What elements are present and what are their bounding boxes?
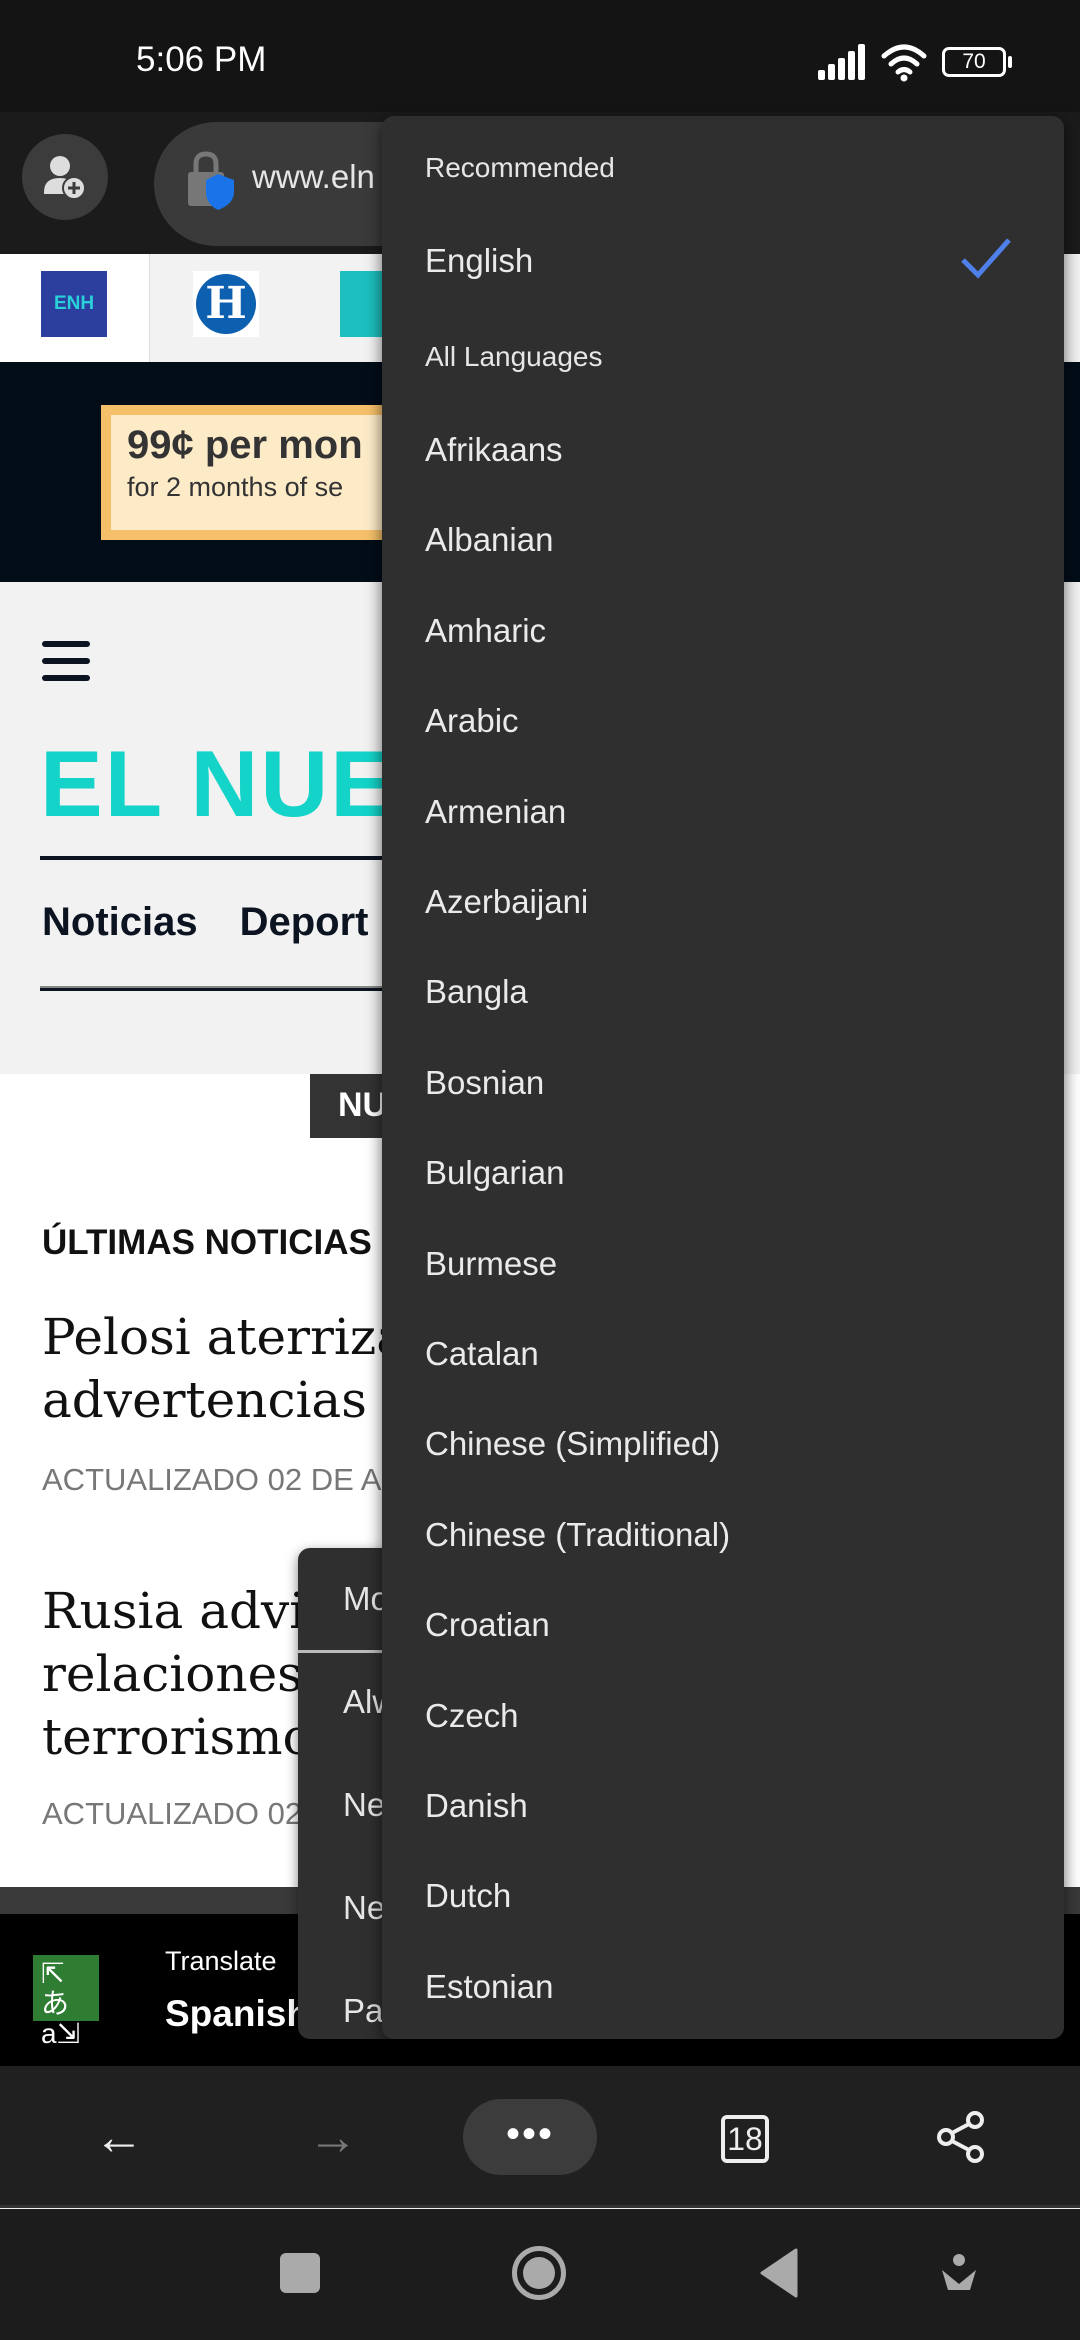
hamburger-menu-icon[interactable] xyxy=(42,641,90,681)
submenu-item[interactable]: Ne xyxy=(343,1889,385,1927)
tab-count: 18 xyxy=(727,2121,763,2157)
language-item[interactable]: Dutch xyxy=(425,1877,511,1915)
status-time: 5:06 PM xyxy=(136,40,267,79)
recents-icon[interactable] xyxy=(280,2253,320,2293)
battery-icon: 70 xyxy=(942,47,1006,77)
language-item[interactable]: Albanian xyxy=(425,521,553,559)
language-item[interactable]: Amharic xyxy=(425,612,546,650)
divider xyxy=(40,856,440,860)
more-button[interactable]: ••• xyxy=(463,2099,597,2175)
lock-shield-icon xyxy=(188,151,234,210)
translate-language[interactable]: Spanish xyxy=(165,1993,309,2035)
language-item[interactable]: Bulgarian xyxy=(425,1154,564,1192)
language-item[interactable]: Danish xyxy=(425,1787,528,1825)
herald-logo: H xyxy=(196,274,256,334)
language-item[interactable]: Bosnian xyxy=(425,1064,544,1102)
section-title: ÚLTIMAS NOTICIAS xyxy=(42,1223,372,1262)
translate-label: Translate xyxy=(165,1946,277,1976)
language-item[interactable]: Chinese (Traditional) xyxy=(425,1516,730,1554)
language-item[interactable]: Azerbaijani xyxy=(425,883,588,921)
site-nav: Noticias Deport xyxy=(42,900,411,945)
battery-level: 70 xyxy=(962,50,986,73)
back-icon: ← xyxy=(94,2109,144,2165)
article-meta: ACTUALIZADO 02 DE A xyxy=(42,1462,382,1497)
article-headline[interactable]: Pelosi aterriza advertencias xyxy=(42,1306,406,1432)
language-item[interactable]: Bangla xyxy=(425,973,528,1011)
translate-icon: ⇱あ a⇲ xyxy=(33,1955,99,2049)
forward-button[interactable]: → xyxy=(293,2100,373,2174)
wifi-icon xyxy=(881,44,927,82)
add-profile-button[interactable] xyxy=(22,134,108,220)
language-item[interactable]: Arabic xyxy=(425,702,519,740)
language-item-english[interactable]: English xyxy=(425,242,533,280)
forward-icon: → xyxy=(308,2109,358,2165)
submenu-item[interactable]: Pa xyxy=(343,1992,383,2030)
bookmark-herald[interactable]: H xyxy=(193,271,259,337)
more-icon: ••• xyxy=(505,2112,554,2156)
submenu-item[interactable]: Ne xyxy=(343,1786,385,1824)
article-headline[interactable]: Rusia advi relaciones terrorismo xyxy=(42,1580,313,1769)
site-logo[interactable]: EL NUE xyxy=(40,730,395,838)
nav-noticias[interactable]: Noticias xyxy=(42,900,198,944)
bookmark-enh[interactable]: ENH xyxy=(41,271,107,337)
back-nav-icon[interactable] xyxy=(758,2248,800,2298)
nav-deportes[interactable]: Deport xyxy=(240,900,369,944)
share-icon[interactable] xyxy=(935,2110,987,2164)
home-icon[interactable] xyxy=(512,2246,566,2300)
menu-down-icon[interactable] xyxy=(940,2254,978,2294)
battery-tip xyxy=(1008,56,1012,68)
language-item[interactable]: Catalan xyxy=(425,1335,539,1373)
add-profile-icon xyxy=(44,156,86,200)
language-item[interactable]: Czech xyxy=(425,1697,519,1735)
language-item[interactable]: Armenian xyxy=(425,793,566,831)
url-text[interactable]: www.eln xyxy=(252,158,375,196)
signal-icon xyxy=(818,44,865,80)
checkmark-icon xyxy=(961,238,1011,279)
article-meta: ACTUALIZADO 02 xyxy=(42,1796,303,1831)
language-item[interactable]: Burmese xyxy=(425,1245,557,1283)
all-languages-header: All Languages xyxy=(425,341,603,372)
language-item[interactable]: Estonian xyxy=(425,1968,553,2006)
back-button[interactable]: ← xyxy=(79,2100,159,2174)
language-item[interactable]: Croatian xyxy=(425,1606,550,1644)
recommended-header: Recommended xyxy=(425,152,615,183)
divider xyxy=(40,986,440,991)
tabs-button[interactable]: 18 xyxy=(721,2115,769,2163)
language-item[interactable]: Afrikaans xyxy=(425,431,563,469)
language-item[interactable]: Chinese (Simplified) xyxy=(425,1425,720,1463)
